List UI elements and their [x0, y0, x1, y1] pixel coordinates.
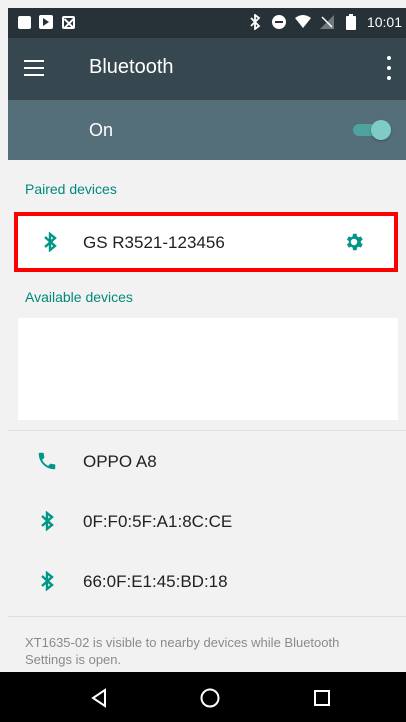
bluetooth-toggle-bar[interactable]: On	[8, 100, 406, 160]
do-not-disturb-icon	[271, 14, 287, 30]
device-name: 66:0F:E1:45:BD:18	[83, 572, 228, 591]
android-screen: 10:01 Bluetooth On Paired devices GS R35…	[0, 0, 406, 722]
available-device-row[interactable]: 0F:F0:5F:A1:8C:CE	[8, 492, 406, 552]
status-bar-left-icons	[16, 14, 76, 30]
paired-device-name: GS R3521-123456	[83, 233, 225, 252]
status-bar-right-icons: 10:01	[247, 14, 402, 30]
battery-icon	[343, 14, 359, 30]
toggle-label: On	[89, 120, 114, 140]
paired-devices-header: Paired devices	[25, 181, 117, 197]
more-vert-icon[interactable]	[384, 56, 394, 80]
switch-thumb	[371, 120, 391, 140]
bluetooth-icon	[38, 230, 62, 254]
app-bar: Bluetooth	[8, 38, 406, 100]
phone-icon	[35, 449, 59, 473]
gear-icon[interactable]	[342, 230, 366, 254]
visibility-note: XT1635-02 is visible to nearby devices w…	[25, 635, 340, 667]
bluetooth-icon	[35, 509, 59, 533]
divider	[8, 616, 406, 617]
available-devices-header: Available devices	[25, 289, 133, 305]
divider	[8, 430, 406, 431]
recents-icon[interactable]	[309, 685, 335, 711]
status-time: 10:01	[366, 14, 402, 30]
home-icon[interactable]	[197, 685, 223, 711]
no-signal-icon	[319, 14, 335, 30]
bluetooth-switch[interactable]	[353, 120, 391, 140]
bluetooth-icon	[35, 569, 59, 593]
available-devices-placeholder	[18, 318, 398, 420]
status-bar: 10:01	[8, 8, 406, 38]
bluetooth-icon	[247, 14, 263, 30]
available-device-row[interactable]: OPPO A8	[8, 432, 406, 492]
device-name: 0F:F0:5F:A1:8C:CE	[83, 512, 233, 531]
page-title: Bluetooth	[89, 56, 174, 78]
device-name: OPPO A8	[83, 452, 157, 471]
app-icon	[38, 14, 54, 30]
hamburger-icon[interactable]	[24, 60, 44, 76]
available-device-row[interactable]: 66:0F:E1:45:BD:18	[8, 552, 406, 612]
no-sim-icon	[60, 14, 76, 30]
wifi-icon	[294, 14, 311, 30]
paired-device-row[interactable]: GS R3521-123456	[14, 212, 398, 272]
back-icon[interactable]	[86, 685, 112, 711]
image-icon	[16, 14, 32, 30]
navigation-bar	[0, 672, 406, 722]
